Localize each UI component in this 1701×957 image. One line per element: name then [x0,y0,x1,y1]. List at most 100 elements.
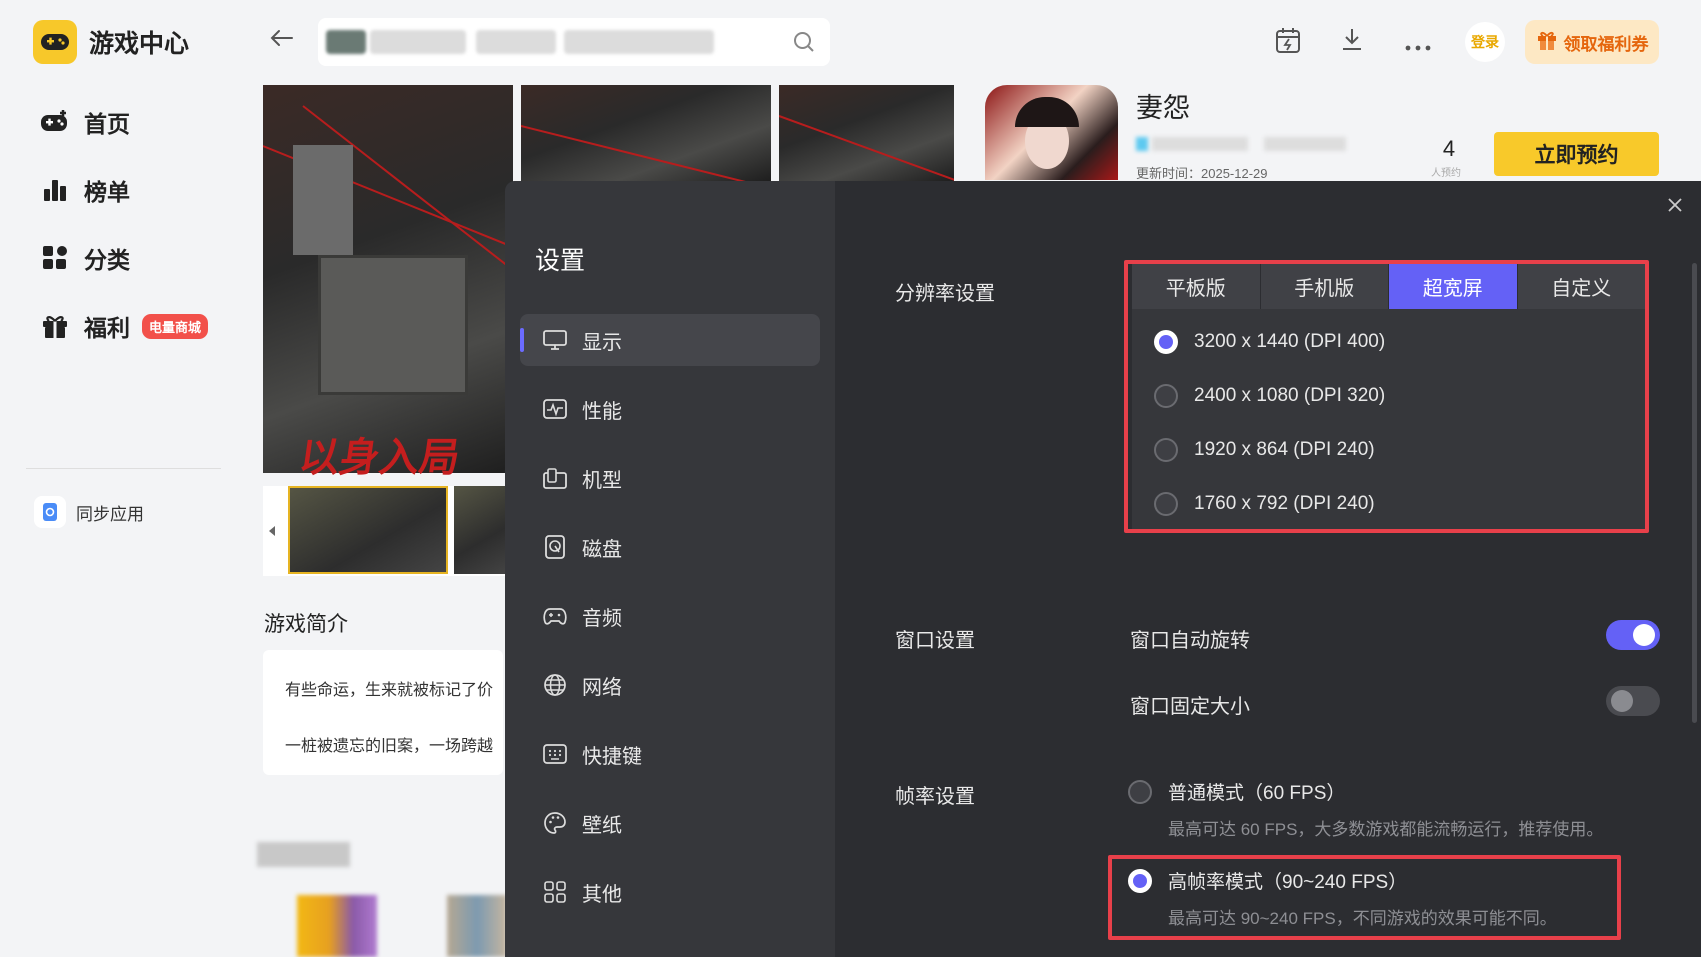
resolution-highlight-box [1124,260,1649,533]
keyboard-icon [542,741,568,767]
download-icon[interactable] [1340,26,1364,57]
search-blurred-text [370,30,466,54]
menu-label: 显示 [582,331,622,354]
more-icon[interactable] [1405,38,1431,56]
menu-other[interactable]: 其他 [520,866,820,918]
gate [293,145,353,255]
intro-line: 一桩被遗忘的旧案，一场跨越 [285,738,494,755]
fps-option-row[interactable]: 普通模式（60 FPS） [1128,778,1603,805]
window-settings-label: 窗口设置 [895,630,975,652]
nav-ranking[interactable]: 榜单 [38,173,130,207]
decor-line [779,115,954,181]
nav-ranking-label: 榜单 [84,179,130,205]
thumbnail[interactable] [454,486,508,574]
settings-title: 设置 [535,247,586,275]
game-screenshot[interactable] [779,85,954,181]
menu-audio[interactable]: 音频 [520,590,820,642]
menu-label: 其他 [582,883,622,906]
resolution-label: 分辨率设置 [895,283,995,305]
search-thumb [326,30,366,54]
menu-shortcuts[interactable]: 快捷键 [520,728,820,780]
game-screenshot[interactable] [521,85,771,181]
gift-icon [1536,29,1558,56]
toggle-knob [1611,690,1633,712]
sidebar: 游戏中心 首页 榜单 分类 福利 电量商城 同步应用 [0,0,240,957]
settings-menu: 设置 显示 性能 机型 磁盘 音频 网络 快捷键 壁纸 其他 [505,181,835,957]
coupon-label: 领取福利券 [1563,34,1649,54]
game-name: 妻怨 [1136,93,1190,123]
auto-rotate-row: 窗口自动旋转 [1130,620,1660,653]
nav-welfare-label: 福利 [84,315,130,341]
blurred-app-icon[interactable] [297,895,377,957]
category-icon [38,241,72,275]
device-icon [542,465,568,491]
gamepad-logo-icon [33,20,77,64]
search-blurred-text [476,30,556,54]
fixed-size-row: 窗口固定大小 [1130,686,1660,719]
reserve-count-label: 人预约 [1431,168,1461,179]
nav-home-label: 首页 [84,111,130,137]
prev-arrow-icon[interactable] [268,524,276,542]
back-arrow-icon[interactable] [268,28,294,53]
toggle-knob [1633,624,1655,646]
monitor-icon [542,327,568,353]
screenshot-title: 以身入局 [296,434,463,481]
reserve-button[interactable]: 立即预约 [1494,132,1659,176]
thumbnail[interactable] [288,486,448,574]
fps-settings-label: 帧率设置 [895,786,975,808]
game-icon [985,85,1118,180]
gift-icon [38,309,72,343]
scanner-machine [318,255,468,395]
mall-badge: 电量商城 [142,313,209,339]
palette-icon [542,810,568,836]
grid-icon [542,879,568,905]
intro-card: 有些命运，生来就被标记了价 一桩被遗忘的旧案，一场跨越 [263,650,503,775]
search-input[interactable] [318,18,830,66]
intro-line: 有些命运，生来就被标记了价 [285,682,494,699]
coupon-button[interactable]: 领取福利券 [1525,20,1659,64]
thumbnail-strip [263,486,508,576]
menu-network[interactable]: 网络 [520,659,820,711]
blurred-app-icon[interactable] [447,895,507,957]
menu-label: 壁纸 [582,814,622,837]
nav-welfare[interactable]: 福利 电量商城 [38,309,209,343]
auto-rotate-label: 窗口自动旋转 [1130,630,1250,652]
app-logo[interactable]: 游戏中心 [33,20,189,64]
sync-label: 同步应用 [76,504,144,524]
nav-category[interactable]: 分类 [38,241,130,275]
performance-icon [542,396,568,422]
scrollbar[interactable] [1692,263,1697,723]
fixed-size-label: 窗口固定大小 [1130,696,1250,718]
fps-option-normal[interactable]: 普通模式（60 FPS） 最高可达 60 FPS，大多数游戏都能流畅运行，推荐使… [1128,778,1603,840]
search-icon[interactable] [792,30,816,59]
sidebar-divider [26,468,221,469]
nav-home[interactable]: 首页 [38,105,130,139]
update-time: 更新时间：2025-12-29 [1136,166,1268,181]
menu-performance[interactable]: 性能 [520,383,820,435]
game-screenshot[interactable] [263,85,513,473]
fps-highlight-box [1108,855,1621,940]
settings-modal: 设置 显示 性能 机型 磁盘 音频 网络 快捷键 壁纸 其他 分辨率设置 平板版… [505,181,1701,957]
menu-display[interactable]: 显示 [520,314,820,366]
sync-apps-button[interactable]: 同步应用 [34,496,144,528]
reserve-count: 4 [1442,136,1456,161]
menu-label: 快捷键 [582,745,642,768]
calendar-icon[interactable] [1275,26,1301,59]
menu-wallpaper[interactable]: 壁纸 [520,797,820,849]
auto-rotate-toggle[interactable] [1606,620,1660,650]
app-title: 游戏中心 [89,30,190,58]
search-blurred-text [564,30,714,54]
chart-icon [38,173,72,207]
close-icon[interactable] [1661,191,1689,219]
intro-title: 游戏简介 [264,613,348,636]
menu-label: 磁盘 [582,538,622,561]
sync-icon [34,496,66,528]
audio-icon [542,603,568,629]
fps-option-label: 普通模式（60 FPS） [1168,783,1346,804]
login-button[interactable]: 登录 [1465,22,1505,62]
menu-device[interactable]: 机型 [520,452,820,504]
radio-button[interactable] [1128,779,1152,804]
fixed-size-toggle[interactable] [1606,686,1660,716]
menu-disk[interactable]: 磁盘 [520,521,820,573]
menu-label: 音频 [582,607,622,630]
